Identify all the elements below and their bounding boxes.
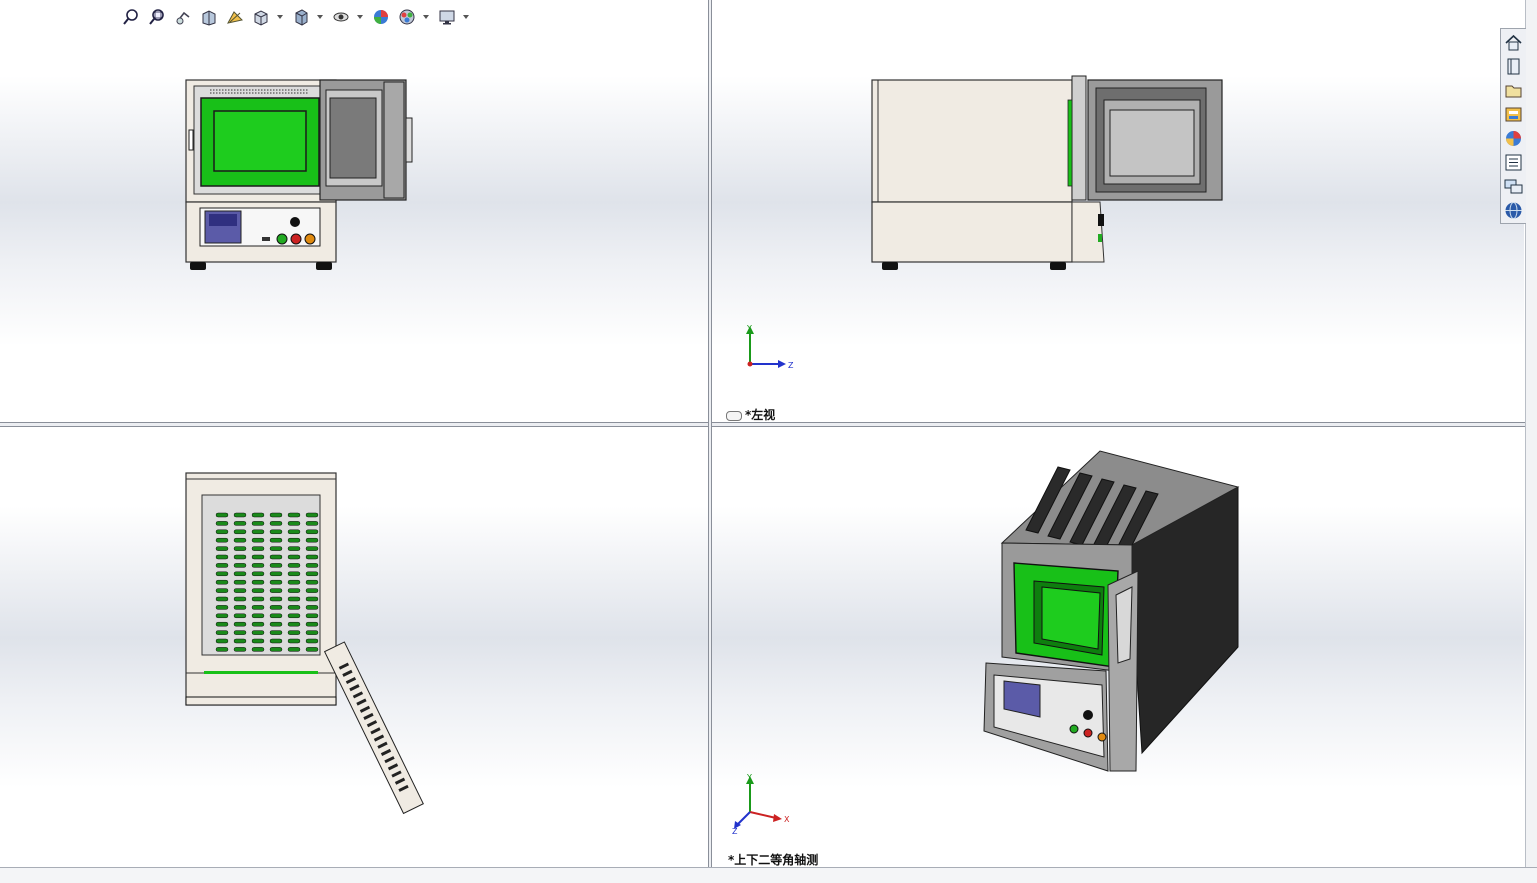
chevron-down-icon[interactable] xyxy=(316,6,324,28)
design-library-icon[interactable] xyxy=(1503,80,1524,101)
viewport-left-view[interactable]: Y Z *左视 xyxy=(712,0,1524,422)
orientation-triad-iso: Y X Z xyxy=(732,773,790,834)
triad-iso-x-label: X xyxy=(784,815,790,824)
forum-icon[interactable] xyxy=(1503,176,1524,197)
previous-view-icon[interactable] xyxy=(172,6,194,28)
orientation-triad: Y Z xyxy=(746,324,794,370)
left-view-model xyxy=(871,75,1223,270)
chevron-down-icon[interactable] xyxy=(276,6,284,28)
front-view-model xyxy=(185,79,413,270)
top-view-model xyxy=(185,472,424,815)
web-icon[interactable] xyxy=(1503,200,1524,221)
status-strip xyxy=(0,867,1537,883)
section-view-icon[interactable] xyxy=(198,6,220,28)
zoom-to-area-icon[interactable] xyxy=(146,6,168,28)
task-pane-edge[interactable] xyxy=(1525,0,1537,867)
dynamic-annotation-icon[interactable] xyxy=(224,6,246,28)
chevron-down-icon[interactable] xyxy=(462,6,470,28)
chevron-down-icon[interactable] xyxy=(356,6,364,28)
viewport-front[interactable] xyxy=(0,0,708,422)
heads-up-view-toolbar xyxy=(120,5,476,29)
view-name-isometric: *上下二等角轴测 xyxy=(728,853,819,867)
edit-appearance-icon[interactable] xyxy=(370,6,392,28)
viewport-isometric[interactable]: Y X Z *上下二等角轴测 xyxy=(712,427,1524,867)
viewport-top-view[interactable] xyxy=(0,427,708,867)
view-orientation-icon[interactable] xyxy=(250,6,272,28)
view-settings-icon[interactable] xyxy=(436,6,458,28)
task-pane-tabs xyxy=(1500,28,1526,224)
isometric-model xyxy=(983,450,1240,772)
view-name-left: *左视 xyxy=(726,406,775,422)
triad-z-label: Z xyxy=(788,361,794,370)
triad-iso-y-label: Y xyxy=(746,773,752,782)
home-icon[interactable] xyxy=(1503,32,1524,53)
apply-scene-icon[interactable] xyxy=(396,6,418,28)
file-explorer-icon[interactable] xyxy=(1503,104,1524,125)
chain-link-icon xyxy=(726,410,742,421)
custom-properties-icon[interactable] xyxy=(1503,152,1524,173)
horizontal-splitter[interactable] xyxy=(0,422,1525,427)
triad-iso-z-label: Z xyxy=(732,827,738,834)
appearances-icon[interactable] xyxy=(1503,128,1524,149)
vertical-splitter[interactable] xyxy=(708,0,712,867)
resources-icon[interactable] xyxy=(1503,56,1524,77)
triad-y-label: Y xyxy=(746,324,752,333)
zoom-to-fit-icon[interactable] xyxy=(120,6,142,28)
hide-show-items-icon[interactable] xyxy=(330,6,352,28)
display-style-icon[interactable] xyxy=(290,6,312,28)
chevron-down-icon[interactable] xyxy=(422,6,430,28)
